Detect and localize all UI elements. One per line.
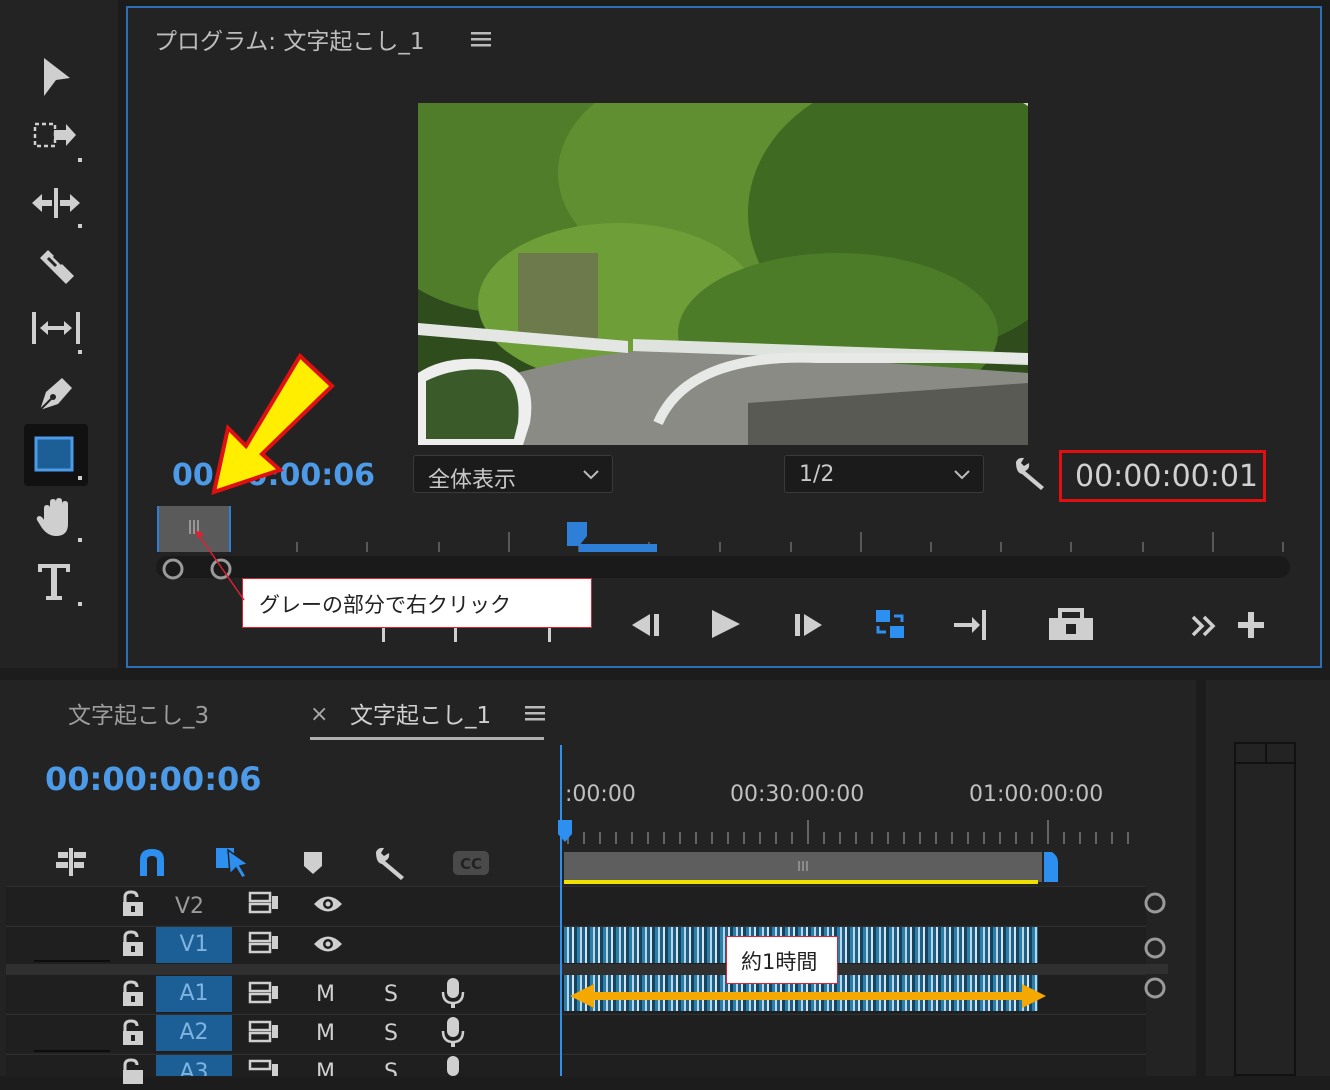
- keyframe-toggle-icon[interactable]: [1142, 975, 1168, 1005]
- slip-tool-icon[interactable]: [30, 308, 84, 356]
- video-preview: [418, 103, 1028, 445]
- yellow-arrow-annotation: [200, 350, 340, 504]
- lock-icon[interactable]: [120, 890, 146, 922]
- more-controls-icon[interactable]: [1190, 612, 1218, 644]
- timeline-timecode[interactable]: 00:00:00:06: [45, 760, 262, 798]
- track-label-a3[interactable]: A3: [156, 1055, 232, 1076]
- tab-sequence-1[interactable]: 文字起こし_1: [350, 696, 491, 730]
- playhead-handle-icon[interactable]: [556, 818, 574, 848]
- ruler-label-30min: 00:30:00:00: [730, 782, 865, 807]
- settings-wrench-icon[interactable]: [1012, 456, 1050, 496]
- track-header-divider: [34, 960, 110, 962]
- duration-callout: 約1時間: [726, 936, 838, 984]
- play-icon[interactable]: [708, 606, 744, 646]
- chevron-down-icon: [953, 464, 971, 489]
- zoom-level-value: 全体表示: [428, 468, 517, 493]
- track-header-divider: [34, 1050, 110, 1052]
- microphone-icon[interactable]: [440, 976, 466, 1014]
- playback-resolution-value: 1/2: [799, 462, 835, 487]
- work-area-bar[interactable]: [564, 852, 1042, 882]
- keyframe-toggle-icon[interactable]: [1142, 935, 1168, 965]
- loop-toggle-icon[interactable]: [872, 606, 908, 646]
- hand-tool-icon[interactable]: [34, 496, 82, 544]
- active-tab-underline: [310, 737, 544, 740]
- ruler-label-start: :00:00: [565, 782, 636, 807]
- track-label-a2[interactable]: A2: [156, 1015, 232, 1051]
- captions-cc-icon[interactable]: CC: [452, 850, 490, 880]
- callout-pointer-line: [190, 526, 250, 610]
- add-button-icon[interactable]: [1236, 610, 1266, 644]
- solo-button[interactable]: S: [384, 982, 398, 1007]
- zoom-level-select[interactable]: 全体表示: [413, 455, 613, 493]
- mute-button[interactable]: M: [316, 1021, 335, 1046]
- snap-magnet-icon[interactable]: [136, 846, 168, 882]
- playback-resolution-select[interactable]: 1/2: [784, 455, 984, 493]
- selection-tool-icon[interactable]: [38, 56, 74, 98]
- solo-button[interactable]: S: [384, 1021, 398, 1046]
- sync-lock-icon[interactable]: [248, 1058, 280, 1080]
- ripple-edit-tool-icon[interactable]: [30, 184, 84, 230]
- render-status-bar: [564, 880, 1038, 884]
- solo-button[interactable]: S: [384, 1060, 398, 1076]
- tools-panel: [0, 0, 118, 668]
- zoom-handle-circle-left-icon[interactable]: [160, 556, 186, 586]
- audio-meter: [1234, 742, 1296, 1076]
- work-area-end-handle-icon[interactable]: [1044, 852, 1058, 886]
- zoom-scrollbar-track[interactable]: [156, 556, 1290, 578]
- export-frame-icon[interactable]: [1046, 606, 1096, 646]
- monitor-time-ruler[interactable]: [155, 506, 1285, 554]
- panel-menu-icon[interactable]: [470, 28, 492, 54]
- track-label-v2[interactable]: V2: [175, 894, 204, 919]
- tab-close-icon[interactable]: ×: [310, 702, 328, 727]
- mute-button[interactable]: M: [316, 982, 335, 1007]
- eye-icon[interactable]: [312, 893, 344, 919]
- timeline-menu-icon[interactable]: [524, 702, 546, 728]
- track-label-v1[interactable]: V1: [156, 927, 232, 963]
- sync-lock-icon[interactable]: [248, 1019, 280, 1049]
- timeline-ruler[interactable]: [560, 818, 1140, 848]
- ruler-label-60min: 01:00:00:00: [969, 782, 1104, 807]
- keyframe-toggle-icon[interactable]: [1142, 890, 1168, 920]
- add-marker-icon[interactable]: [302, 850, 324, 880]
- video-audio-divider: [6, 964, 1168, 974]
- go-to-out-icon[interactable]: [952, 608, 990, 646]
- pen-tool-icon[interactable]: [34, 370, 80, 416]
- tab-sequence-3[interactable]: 文字起こし_3: [68, 696, 209, 730]
- step-forward-icon[interactable]: [792, 608, 826, 646]
- right-click-callout: グレーの部分で右クリック: [242, 578, 592, 628]
- chevron-down-icon: [582, 464, 600, 489]
- sync-lock-icon[interactable]: [248, 890, 280, 920]
- microphone-icon[interactable]: [440, 1015, 466, 1053]
- sync-lock-icon[interactable]: [248, 980, 280, 1010]
- svg-text:CC: CC: [460, 855, 482, 873]
- linked-selection-icon[interactable]: [212, 844, 252, 884]
- rectangle-tool-icon[interactable]: [24, 424, 88, 486]
- program-monitor-title: プログラム: 文字起こし_1: [154, 29, 425, 55]
- duration-arrow-annotation: [566, 980, 1052, 1016]
- sync-lock-icon[interactable]: [248, 930, 280, 960]
- audio-meter-panel: [1206, 680, 1330, 1076]
- lock-icon[interactable]: [120, 1058, 146, 1090]
- lock-icon[interactable]: [120, 1019, 146, 1051]
- insert-nest-icon[interactable]: [54, 846, 90, 882]
- timeline-settings-wrench-icon[interactable]: [372, 846, 410, 886]
- timeline-playhead[interactable]: [560, 745, 562, 1076]
- track-label-a1[interactable]: A1: [156, 976, 232, 1012]
- sequence-duration-timecode: 00:00:00:01: [1075, 459, 1259, 494]
- razor-tool-icon[interactable]: [34, 246, 80, 292]
- track-select-tool-icon[interactable]: [32, 120, 84, 166]
- microphone-icon[interactable]: [440, 1054, 466, 1080]
- lock-icon[interactable]: [120, 930, 146, 962]
- type-tool-icon[interactable]: [36, 560, 84, 610]
- lock-icon[interactable]: [120, 980, 146, 1012]
- mute-button[interactable]: M: [316, 1060, 335, 1076]
- eye-icon[interactable]: [312, 933, 344, 959]
- step-back-icon[interactable]: [628, 608, 662, 646]
